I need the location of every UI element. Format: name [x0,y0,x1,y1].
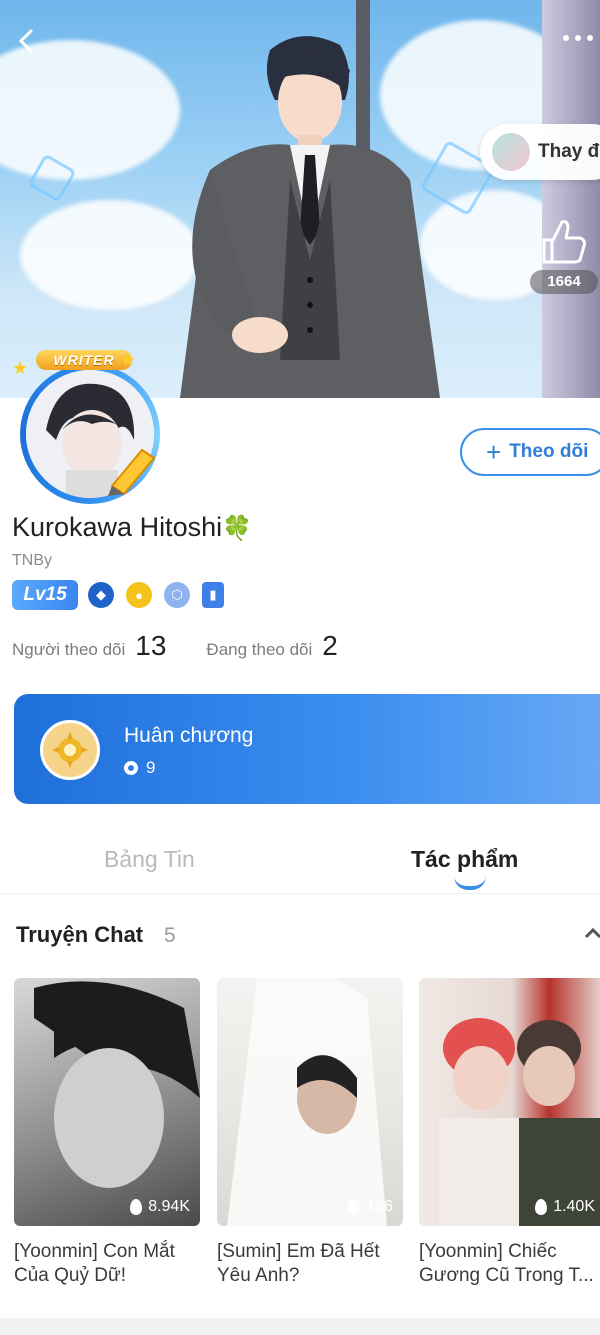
bottom-strip [0,1318,600,1335]
writer-badge: WRITER [36,350,132,370]
section-title: Truyện Chat [16,922,144,947]
medal-title: Huân chương [124,724,254,747]
story-views: 8.94K [130,1198,190,1216]
flame-icon [535,1199,548,1215]
followers-count[interactable]: 13 [135,630,166,662]
followers-label[interactable]: Người theo dõi [12,640,125,660]
change-cover-button[interactable]: Thay đ [480,124,600,180]
story-views-value: 1.40K [553,1198,595,1215]
profile-handle: TNBy [12,552,52,569]
pillar [542,0,600,398]
following-label[interactable]: Đang theo dõi [206,640,312,660]
tab-feed[interactable]: Bảng Tin [104,846,195,873]
like-button[interactable] [536,214,592,270]
shield-badge-icon[interactable]: ⬡ [164,582,190,608]
pen-icon [108,448,156,496]
crystal-badge-icon[interactable]: ◆ [88,582,114,608]
medal-sun-icon [52,732,88,768]
collapse-chevron-icon[interactable] [584,920,600,946]
story-views: 126 [348,1198,393,1216]
badge-row: Lv15 ◆ ● ⬡ ▮ [12,580,236,610]
follow-label: Theo dõi [509,441,589,462]
medal-count-value: 9 [146,758,156,777]
story-title[interactable]: [Yoonmin] Con Mắt Của Quỷ Dữ! [14,1240,200,1288]
follow-stats: Người theo dõi 13 Đang theo dõi 2 [12,630,378,662]
coin-badge-icon[interactable]: ● [126,582,152,608]
avatar[interactable]: WRITER ★ ★ [6,350,166,504]
thumbs-up-icon [542,220,586,264]
clover-emoji: 🍀 [222,515,252,542]
medal-count-icon [124,761,138,775]
follow-button[interactable]: + Theo dõi [460,428,600,476]
medal-card[interactable]: Huân chương 9 [14,694,600,804]
back-chevron-icon [18,29,33,53]
change-cover-thumbnail [492,133,530,171]
story-title[interactable]: [Sumin] Em Đã Hết Yêu Anh? [217,1240,403,1288]
story-card[interactable]: 126 [217,978,403,1226]
star-icon: ★ [120,350,137,370]
story-card[interactable]: 8.94K [14,978,200,1226]
flame-icon [130,1199,143,1215]
story-views: 1.40K [535,1198,595,1216]
book-badge-icon[interactable]: ▮ [202,582,224,608]
profile-cover: Thay đ 1664 [0,0,600,398]
story-cover-image [227,978,387,1226]
medal-count: 9 [124,758,155,778]
tab-works[interactable]: Tác phẩm [411,846,518,873]
more-button[interactable] [560,28,600,48]
flame-icon [348,1199,361,1215]
story-views-value: 8.94K [148,1198,190,1215]
level-badge[interactable]: Lv15 [12,580,78,610]
active-tab-indicator [454,876,486,890]
character-illustration [180,36,440,398]
back-button[interactable] [12,26,42,56]
section-count: 5 [164,924,176,947]
plus-icon: + [486,437,502,467]
story-views-value: 126 [366,1198,393,1215]
medal-icon [40,720,100,780]
star-icon: ★ [12,358,29,378]
story-cover-image [439,1018,600,1226]
story-title[interactable]: [Yoonmin] Chiếc Gương Cũ Trong T... [419,1240,600,1288]
profile-tabs: Bảng Tin Tác phẩm [0,836,600,894]
profile-name: Kurokawa Hitoshi🍀 [12,512,252,543]
story-cover-image [34,981,200,1188]
profile-name-text: Kurokawa Hitoshi [12,512,223,542]
change-cover-label: Thay đ [538,141,600,162]
story-card[interactable]: 1.40K [419,978,600,1226]
following-count[interactable]: 2 [322,630,338,662]
like-count: 1664 [530,270,598,294]
more-dots-icon [563,35,593,41]
